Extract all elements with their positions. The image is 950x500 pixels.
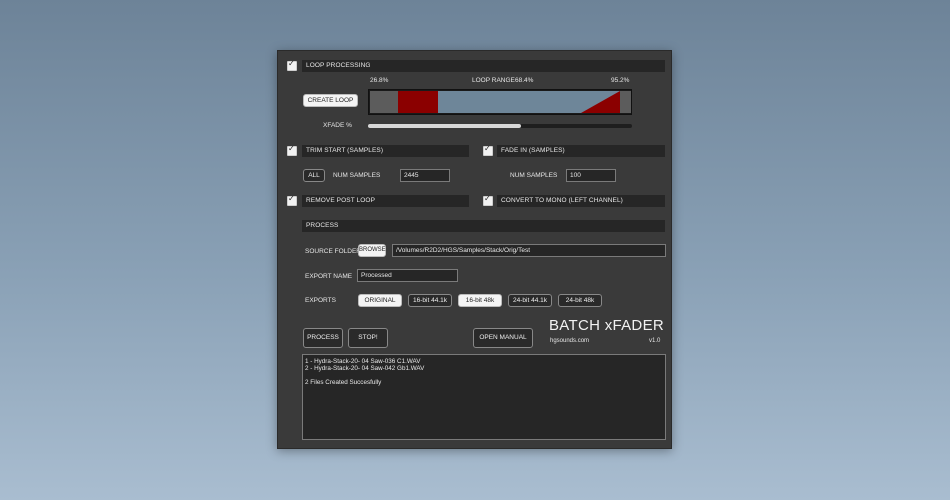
batch-xfader-window: LOOP PROCESSING 26.8% LOOP RANGE 68.4% 9… [277,50,672,449]
export-24bit-48-button[interactable]: 24-bit 48k [558,294,602,307]
fade-in-num-samples-label: NUM SAMPLES [510,172,558,179]
trim-start-checkbox[interactable] [287,144,297,156]
loop-start-fade-marker[interactable] [398,91,438,113]
process-button[interactable]: PROCESS [303,328,343,348]
version-label: v1.0 [649,338,661,344]
loop-range-label: LOOP RANGE [472,77,515,84]
website-label: hgsounds.com [550,338,590,344]
export-original-button[interactable]: ORIGINAL [358,294,402,307]
xfade-slider-fill [368,124,522,128]
browse-button[interactable]: BROWSE [358,244,386,257]
process-header: PROCESS [302,220,665,232]
convert-to-mono-checkbox[interactable] [483,194,493,206]
export-16bit-441-button[interactable]: 16-bit 44.1k [408,294,452,307]
loop-processing-checkbox[interactable] [287,59,297,71]
trim-num-samples-input[interactable]: 2445 [400,169,450,182]
fade-in-checkbox[interactable] [483,144,493,156]
log-line: 2 - Hydra-Stack-20- 04 Saw-042 Gb1.WAV [305,365,425,372]
source-folder-path-field[interactable]: /Volumes/R2D2/HGS/Samples/Stack/Orig/Tes… [392,244,666,257]
trim-all-button[interactable]: ALL [303,169,325,182]
loop-waveform-display[interactable] [368,89,632,115]
app-title: BATCH xFADER [549,317,665,334]
export-name-label: EXPORT NAME [305,273,353,280]
loop-end-fade-marker[interactable] [581,91,620,113]
desktop-background: { "loop": { "title": "LOOP PROCESSING", … [0,0,950,500]
fade-in-header: FADE IN (SAMPLES) [497,145,665,157]
loop-start-percent: 26.8% [370,77,389,84]
loop-end-percent: 95.2% [611,77,630,84]
export-24bit-441-button[interactable]: 24-bit 44.1k [508,294,552,307]
export-16bit-48-button[interactable]: 16-bit 48k [458,294,502,307]
export-name-input[interactable]: Processed [357,269,458,282]
log-line: 2 Files Created Succesfully [305,379,382,386]
fade-in-num-samples-input[interactable]: 100 [566,169,616,182]
loop-range-value: 68.4% [515,77,534,84]
log-line: 1 - Hydra-Stack-20- 04 Saw-036 C1.WAV [305,358,421,365]
output-log[interactable]: 1 - Hydra-Stack-20- 04 Saw-036 C1.WAV 2 … [302,354,666,440]
convert-to-mono-header: CONVERT TO MONO (LEFT CHANNEL) [497,195,665,207]
remove-post-loop-header: REMOVE POST LOOP [302,195,469,207]
remove-post-loop-checkbox[interactable] [287,194,297,206]
pre-loop-region [370,91,398,113]
create-loop-button[interactable]: CREATE LOOP [303,94,358,107]
post-loop-region [620,91,631,113]
xfade-label: XFADE % [323,122,352,129]
loop-processing-header: LOOP PROCESSING [302,60,665,72]
trim-start-header: TRIM START (SAMPLES) [302,145,469,157]
stop-button[interactable]: STOP! [348,328,388,348]
open-manual-button[interactable]: OPEN MANUAL [473,328,533,348]
exports-label: EXPORTS [305,297,336,304]
source-folder-label: SOURCE FOLDER [305,248,361,255]
trim-num-samples-label: NUM SAMPLES [333,172,381,179]
xfade-slider[interactable] [368,124,632,128]
